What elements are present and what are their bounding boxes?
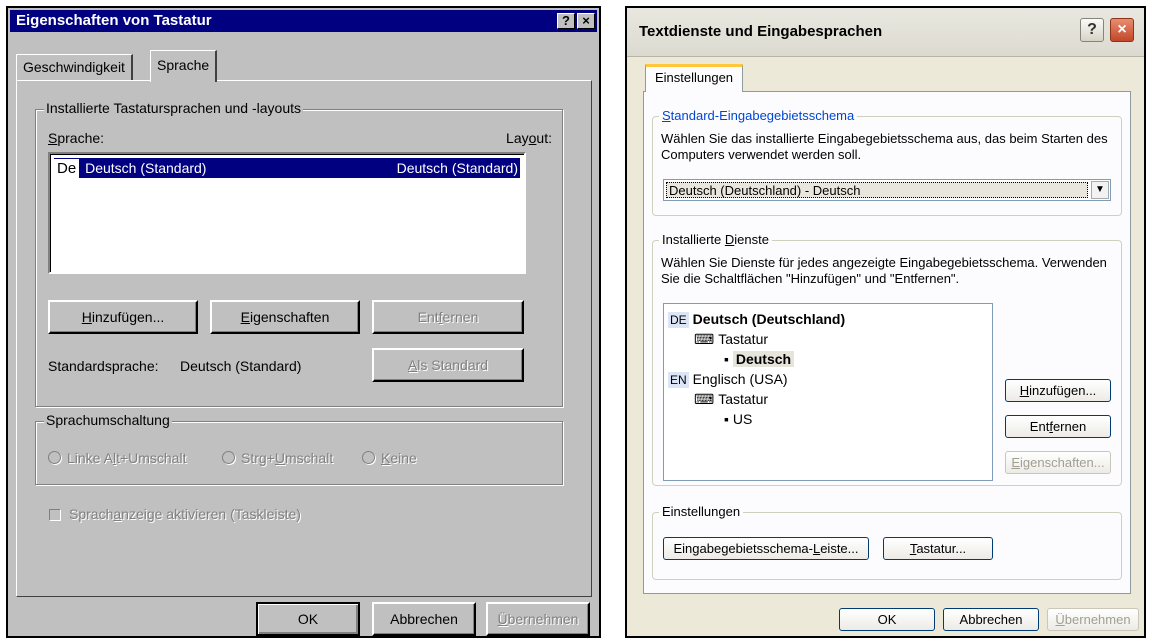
keyboard-icon: ⌨: [694, 331, 715, 347]
tree-item-tastatur[interactable]: ⌨ Tastatur: [694, 390, 768, 408]
properties-button[interactable]: Eigenschaften: [210, 300, 360, 334]
default-input-description: Wählen Sie das installierte Eingabegebie…: [661, 131, 1108, 162]
taskbar-indicator-checkbox[interactable]: [49, 509, 61, 521]
tree-item-us[interactable]: ▪ US: [724, 410, 752, 428]
radio-icon: [222, 451, 235, 464]
column-layout-header: Layout:: [506, 130, 552, 146]
ok-button[interactable]: OK: [256, 602, 360, 636]
switch-group: Sprachumschaltung Linke Alt+Umschalt Str…: [35, 412, 563, 485]
radio-none[interactable]: Keine: [362, 450, 417, 466]
text-services-dialog: Textdienste und Eingabesprachen ? × Eins…: [625, 6, 1146, 638]
tree-item-deutsch[interactable]: ▪ Deutsch: [724, 350, 795, 368]
add-button[interactable]: Hinzufügen...: [48, 300, 198, 334]
language-listbox[interactable]: De Deutsch (Standard) Deutsch (Standard): [48, 152, 526, 274]
switch-group-label: Sprachumschaltung: [44, 412, 172, 428]
title-bar[interactable]: Textdienste und Eingabesprachen ? ×: [627, 8, 1144, 57]
apply-button[interactable]: Übernehmen: [1047, 608, 1139, 631]
services-tree[interactable]: DE Deutsch (Deutschland) ⌨ Tastatur ▪ Deut…: [663, 303, 993, 481]
list-item-language: Deutsch (Standard): [85, 160, 207, 176]
settings-group: Einstellungen Eingabegebietsschema-Leist…: [652, 504, 1122, 580]
settings-group-label: Einstellungen: [659, 504, 744, 519]
bullet-icon: ▪: [724, 351, 733, 367]
default-language-value: Deutsch (Standard): [180, 358, 302, 374]
tab-einstellungen[interactable]: Einstellungen: [645, 64, 743, 92]
apply-button[interactable]: Übernehmen: [486, 602, 590, 636]
list-item[interactable]: De Deutsch (Standard) Deutsch (Standard): [54, 158, 520, 179]
column-language-header: Sprache:: [48, 130, 105, 146]
radio-icon: [362, 451, 375, 464]
bullet-icon: ▪: [724, 411, 733, 427]
radio-icon: [48, 451, 61, 464]
default-language-label: Standardsprache:: [48, 358, 159, 374]
tree-item-deutsch-deutschland[interactable]: DE Deutsch (Deutschland): [668, 310, 845, 328]
keyboard-properties-dialog: Eigenschaften von Tastatur ? × Geschwind…: [6, 6, 601, 638]
tab-panel-einstellungen: Standard-Eingabegebietsschema Wählen Sie…: [643, 91, 1131, 594]
list-item-layout: Deutsch (Standard): [396, 160, 518, 176]
taskbar-indicator-label: Sprachanzeige aktivieren (Taskleiste): [69, 506, 301, 522]
language-badge: EN: [668, 372, 689, 388]
close-button[interactable]: ×: [577, 13, 595, 29]
cancel-button[interactable]: Abbrechen: [943, 608, 1039, 631]
close-button[interactable]: ×: [1110, 18, 1134, 42]
installed-services-label: Installierte Dienste: [659, 232, 772, 247]
dialog-title: Eigenschaften von Tastatur: [16, 12, 212, 29]
radio-left-alt-shift[interactable]: Linke Alt+Umschalt: [48, 450, 186, 466]
default-input-label: Standard-Eingabegebietsschema: [659, 108, 858, 123]
help-button[interactable]: ?: [1080, 18, 1104, 42]
ok-button[interactable]: OK: [839, 608, 935, 631]
cancel-button[interactable]: Abbrechen: [372, 602, 476, 636]
tree-item-tastatur[interactable]: ⌨ Tastatur: [694, 330, 768, 348]
installed-services-group: Installierte Dienste Wählen Sie Dienste …: [652, 232, 1122, 486]
properties-button[interactable]: Eigenschaften...: [1005, 451, 1111, 474]
default-input-group: Standard-Eingabegebietsschema Wählen Sie…: [652, 108, 1122, 216]
radio-ctrl-shift[interactable]: Strg+Umschalt: [222, 450, 333, 466]
keyboard-button[interactable]: Tastatur...: [883, 537, 993, 560]
keyboard-icon: ⌨: [694, 391, 715, 407]
remove-button[interactable]: Entfernen: [372, 300, 524, 334]
default-input-value: Deutsch (Deutschland) - Deutsch: [666, 182, 1088, 198]
remove-button[interactable]: Entfernen: [1005, 415, 1111, 438]
add-button[interactable]: Hinzufügen...: [1005, 379, 1111, 402]
language-badge: DE: [668, 312, 689, 328]
language-bar-button[interactable]: Eingabegebietsschema-Leiste...: [663, 537, 869, 560]
language-indicator-icon: De: [54, 159, 80, 179]
tree-item-englisch-usa[interactable]: EN Englisch (USA): [668, 370, 788, 388]
dialog-title: Textdienste und Eingabesprachen: [639, 23, 883, 40]
chevron-down-icon[interactable]: ▼: [1091, 181, 1109, 199]
tab-sprache[interactable]: Sprache: [150, 50, 218, 82]
title-bar[interactable]: Eigenschaften von Tastatur ? ×: [10, 10, 597, 32]
set-default-button[interactable]: Als Standard: [372, 348, 524, 382]
installed-services-description: Wählen Sie Dienste für jedes angezeigte …: [661, 255, 1107, 286]
installed-layouts-group: Installierte Tastatursprachen und -layou…: [35, 100, 563, 407]
tab-geschwindigkeit[interactable]: Geschwindigkeit: [16, 54, 133, 80]
installed-layouts-label: Installierte Tastatursprachen und -layou…: [44, 100, 303, 116]
help-button[interactable]: ?: [557, 13, 575, 29]
default-input-select[interactable]: Deutsch (Deutschland) - Deutsch ▼: [663, 179, 1111, 201]
tab-panel-sprache: Installierte Tastatursprachen und -layou…: [16, 80, 592, 597]
